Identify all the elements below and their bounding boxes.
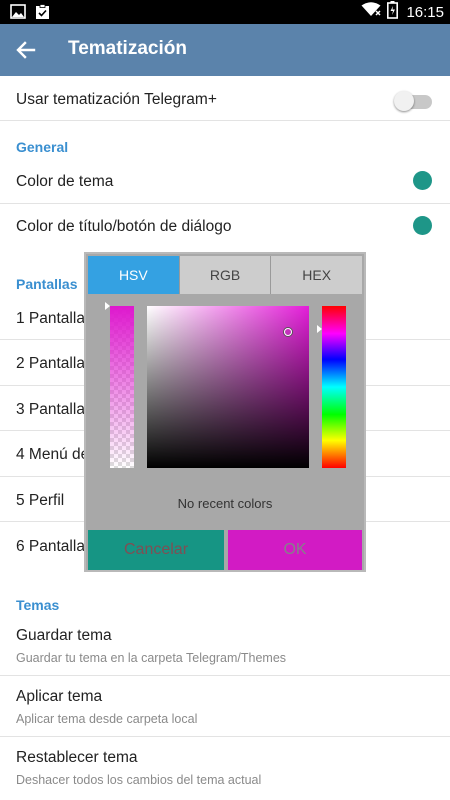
list-item-label: 6 Pantalla	[16, 538, 85, 555]
list-item-label: 2 Pantalla	[16, 355, 85, 372]
color-swatch	[413, 216, 432, 235]
saturation-value-handle[interactable]	[284, 328, 292, 336]
clipboard-check-icon	[35, 4, 50, 20]
hue-slider[interactable]	[322, 306, 346, 468]
recent-colors-label: No recent colors	[177, 496, 273, 511]
list-item-label: 4 Menú de	[16, 446, 90, 463]
cancel-button[interactable]: Cancelar	[88, 530, 224, 570]
list-item-title: Restablecer tema	[16, 749, 138, 766]
theme-toggle-switch[interactable]	[394, 91, 432, 111]
page-title: Tematización	[68, 38, 187, 59]
list-item-save-theme[interactable]: Guardar tema Guardar tu tema en la carpe…	[0, 616, 450, 676]
list-item-theme-color[interactable]: Color de tema	[0, 158, 450, 204]
arrow-left-icon	[12, 41, 40, 68]
hue-slider-handle[interactable]	[317, 325, 322, 333]
clock-time: 16:15	[406, 3, 444, 21]
list-item-dialog-title-color[interactable]: Color de título/botón de diálogo	[0, 204, 450, 250]
list-item-label: Color de tema	[16, 173, 114, 190]
list-item-label: 1 Pantalla	[16, 310, 85, 327]
list-item-subtitle: Aplicar tema desde carpeta local	[16, 712, 198, 726]
list-item-apply-theme[interactable]: Aplicar tema Aplicar tema desde carpeta …	[0, 676, 450, 737]
list-item-reset-theme[interactable]: Restablecer tema Deshacer todos los camb…	[0, 737, 450, 800]
color-mode-tabs: HSV RGB HEX	[88, 256, 363, 294]
alpha-slider[interactable]	[110, 306, 134, 468]
image-icon	[10, 4, 26, 20]
tab-hex[interactable]: HEX	[271, 256, 363, 294]
list-item-subtitle: Deshacer todos los cambios del tema actu…	[16, 773, 262, 787]
list-item-label: Color de título/botón de diálogo	[16, 218, 232, 235]
toggle-row-label: Usar tematización Telegram+	[16, 91, 217, 108]
color-swatch	[413, 171, 432, 190]
list-item-label: 5 Perfil	[16, 492, 65, 509]
battery-icon	[387, 0, 399, 24]
alpha-slider-handle[interactable]	[105, 302, 110, 310]
status-bar: 16:15	[0, 0, 450, 24]
color-picker-dialog: HSV RGB HEX No recent colors Cancelar OK	[84, 252, 366, 572]
list-item-subtitle: Guardar tu tema en la carpeta Telegram/T…	[16, 651, 287, 665]
toggle-row-telegram-theme[interactable]: Usar tematización Telegram+	[0, 76, 450, 121]
back-button[interactable]	[12, 36, 40, 64]
list-item-label: 3 Pantalla	[16, 401, 85, 418]
section-header-temas: Temas	[16, 597, 60, 613]
list-item-title: Guardar tema	[16, 627, 112, 644]
section-header-general: General	[16, 139, 69, 155]
tab-rgb[interactable]: RGB	[179, 256, 272, 294]
wifi-icon	[361, 2, 381, 22]
app-bar: Tematización	[0, 24, 450, 76]
list-item-title: Aplicar tema	[16, 688, 103, 705]
tab-hsv[interactable]: HSV	[88, 256, 180, 294]
section-header-pantallas: Pantallas	[16, 276, 78, 292]
ok-button[interactable]: OK	[228, 530, 362, 570]
toggle-knob	[394, 91, 414, 111]
